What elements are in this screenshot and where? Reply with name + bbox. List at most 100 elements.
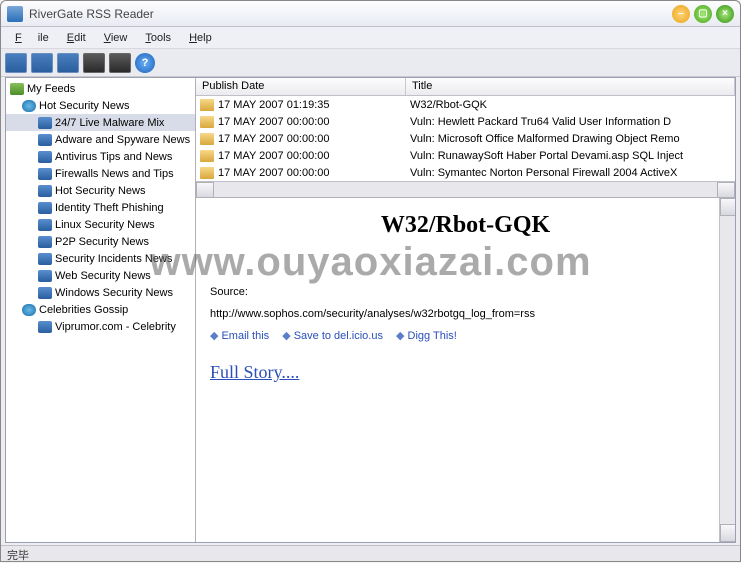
horizontal-scrollbar[interactable] — [196, 181, 735, 197]
menubar: File Edit View Tools Help — [1, 27, 740, 49]
tree-item-label: Adware and Spyware News — [55, 134, 190, 146]
globe-icon — [22, 100, 36, 112]
list-row[interactable]: 17 MAY 2007 00:00:00Vuln: Microsoft Offi… — [196, 130, 735, 147]
row-title: Vuln: Symantec Norton Personal Firewall … — [410, 167, 735, 179]
maximize-button[interactable]: ▢ — [694, 5, 712, 23]
col-publish-date[interactable]: Publish Date — [196, 78, 406, 95]
item-icon — [200, 99, 214, 111]
row-date: 17 MAY 2007 01:19:35 — [218, 99, 410, 111]
row-title: Vuln: Hewlett Packard Tru64 Valid User I… — [410, 116, 735, 128]
menu-view[interactable]: View — [96, 30, 136, 46]
feed-icon — [38, 219, 52, 231]
tree-item-viprumor[interactable]: Viprumor.com - Celebrity — [6, 318, 195, 335]
tree-item-hot-security[interactable]: Hot Security News — [6, 182, 195, 199]
feed-icon — [38, 168, 52, 180]
feed-icon — [38, 236, 52, 248]
tree-item-antivirus[interactable]: Antivirus Tips and News — [6, 148, 195, 165]
tree-item-web-security[interactable]: Web Security News — [6, 267, 195, 284]
article-source: Source: http://www.sophos.com/security/a… — [210, 279, 721, 323]
article-actions: ◆Email this ◆Save to del.icio.us ◆Digg T… — [210, 329, 721, 342]
item-icon — [200, 133, 214, 145]
item-icon — [200, 116, 214, 128]
tree-item-label: Antivirus Tips and News — [55, 151, 172, 163]
article-list: Publish Date Title 17 MAY 2007 01:19:35W… — [196, 78, 735, 198]
digg-link[interactable]: Digg This! — [408, 330, 457, 342]
list-row[interactable]: 17 MAY 2007 01:19:35W32/Rbot-GQK — [196, 96, 735, 113]
tree-item-p2p[interactable]: P2P Security News — [6, 233, 195, 250]
toolbar-button-3[interactable] — [57, 53, 79, 73]
close-button[interactable]: × — [716, 5, 734, 23]
toolbar-button-4[interactable] — [83, 53, 105, 73]
toolbar-button-1[interactable] — [5, 53, 27, 73]
tree-item-label: 24/7 Live Malware Mix — [55, 117, 164, 129]
globe-icon — [22, 304, 36, 316]
bullet-icon: ◆ — [396, 330, 404, 342]
item-icon — [200, 150, 214, 162]
app-window: RiverGate RSS Reader – ▢ × File Edit Vie… — [0, 0, 741, 562]
email-link[interactable]: Email this — [221, 330, 269, 342]
tree-root[interactable]: My Feeds — [6, 80, 195, 97]
tree-item-label: Firewalls News and Tips — [55, 168, 174, 180]
list-row[interactable]: 17 MAY 2007 00:00:00Vuln: Symantec Norto… — [196, 164, 735, 181]
toolbar-button-5[interactable] — [109, 53, 131, 73]
menu-tools[interactable]: Tools — [137, 30, 179, 46]
row-title: Vuln: RunawaySoft Haber Portal Devami.as… — [410, 150, 735, 162]
list-rows: 17 MAY 2007 01:19:35W32/Rbot-GQK 17 MAY … — [196, 96, 735, 181]
tree-group-celebrities[interactable]: Celebrities Gossip — [6, 301, 195, 318]
row-title: W32/Rbot-GQK — [410, 99, 735, 111]
tree-item-identity-theft[interactable]: Identity Theft Phishing — [6, 199, 195, 216]
tree-item-label: Linux Security News — [55, 219, 155, 231]
list-header: Publish Date Title — [196, 78, 735, 96]
tree-item-linux[interactable]: Linux Security News — [6, 216, 195, 233]
vertical-scrollbar[interactable] — [719, 198, 735, 542]
feed-icon — [38, 134, 52, 146]
source-url: http://www.sophos.com/security/analyses/… — [210, 308, 535, 320]
tree-item-label: Viprumor.com - Celebrity — [55, 321, 176, 333]
status-text: 完毕 — [7, 550, 29, 562]
feeds-icon — [10, 83, 24, 95]
tree-item-firewalls[interactable]: Firewalls News and Tips — [6, 165, 195, 182]
tree-root-label: My Feeds — [27, 83, 75, 95]
feed-icon — [38, 287, 52, 299]
sidebar: My Feeds Hot Security News 24/7 Live Mal… — [6, 78, 196, 542]
toolbar-button-2[interactable] — [31, 53, 53, 73]
feed-tree: My Feeds Hot Security News 24/7 Live Mal… — [6, 78, 195, 337]
tree-group-hot-security[interactable]: Hot Security News — [6, 97, 195, 114]
toolbar: ? — [1, 49, 740, 77]
tree-item-windows[interactable]: Windows Security News — [6, 284, 195, 301]
help-icon[interactable]: ? — [135, 53, 155, 73]
feed-icon — [38, 185, 52, 197]
feed-icon — [38, 151, 52, 163]
row-date: 17 MAY 2007 00:00:00 — [218, 116, 410, 128]
tree-item-malware-mix[interactable]: 24/7 Live Malware Mix — [6, 114, 195, 131]
delicious-link[interactable]: Save to del.icio.us — [294, 330, 383, 342]
minimize-button[interactable]: – — [672, 5, 690, 23]
tree-item-adware[interactable]: Adware and Spyware News — [6, 131, 195, 148]
tree-group-label: Celebrities Gossip — [39, 304, 128, 316]
statusbar: 完毕 — [1, 545, 740, 561]
app-icon — [7, 6, 23, 22]
bullet-icon: ◆ — [210, 330, 218, 342]
row-date: 17 MAY 2007 00:00:00 — [218, 167, 410, 179]
item-icon — [200, 167, 214, 179]
article-heading: W32/Rbot-GQK — [210, 212, 721, 239]
titlebar: RiverGate RSS Reader – ▢ × — [1, 1, 740, 27]
menu-edit[interactable]: Edit — [59, 30, 94, 46]
col-title[interactable]: Title — [406, 78, 735, 95]
list-row[interactable]: 17 MAY 2007 00:00:00Vuln: RunawaySoft Ha… — [196, 147, 735, 164]
row-date: 17 MAY 2007 00:00:00 — [218, 133, 410, 145]
menu-help[interactable]: Help — [181, 30, 220, 46]
feed-icon — [38, 202, 52, 214]
tree-item-label: P2P Security News — [55, 236, 149, 248]
tree-item-label: Identity Theft Phishing — [55, 202, 164, 214]
tree-item-incidents[interactable]: Security Incidents News — [6, 250, 195, 267]
tree-item-label: Hot Security News — [55, 185, 145, 197]
tree-item-label: Security Incidents News — [55, 253, 172, 265]
full-story-link[interactable]: Full Story.... — [210, 362, 721, 383]
menu-file[interactable]: File — [7, 30, 57, 46]
list-row[interactable]: 17 MAY 2007 00:00:00Vuln: Hewlett Packar… — [196, 113, 735, 130]
bullet-icon: ◆ — [282, 330, 290, 342]
feed-icon — [38, 253, 52, 265]
feed-icon — [38, 321, 52, 333]
window-title: RiverGate RSS Reader — [29, 7, 668, 21]
